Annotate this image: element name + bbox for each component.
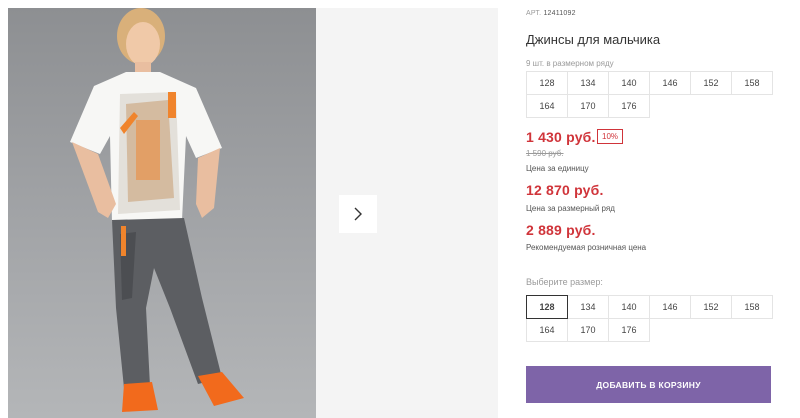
old-price: 1 590 руб.: [526, 149, 564, 158]
size-row-item: 128: [526, 71, 568, 95]
unit-price-label: Цена за единицу: [526, 164, 589, 173]
chevron-right-icon: [354, 207, 362, 221]
product-photo: [8, 8, 316, 418]
article-value: 12411092: [543, 10, 576, 17]
retail-price-label: Рекомендуемая розничная цена: [526, 243, 647, 252]
article-number: АРТ. 12411092: [526, 10, 576, 17]
size-option-selected[interactable]: 128: [526, 295, 568, 319]
retail-price: 2 889 руб.: [526, 222, 596, 238]
size-row-item: 176: [608, 94, 650, 118]
add-to-cart-button[interactable]: ДОБАВИТЬ В КОРЗИНУ: [526, 366, 771, 403]
row-price-label: Цена за размерный ряд: [526, 204, 615, 213]
size-row-item: 152: [690, 71, 732, 95]
product-gallery: [8, 8, 498, 418]
size-option[interactable]: 170: [567, 318, 609, 342]
size-option[interactable]: 146: [649, 295, 691, 319]
article-label: АРТ.: [526, 10, 542, 17]
size-option[interactable]: 140: [608, 295, 650, 319]
pack-label: 9 шт. в размерном ряду: [526, 59, 614, 68]
gallery-next-button[interactable]: [339, 195, 377, 233]
size-option[interactable]: 164: [526, 318, 568, 342]
size-picker-grid: 128 134 140 146 152 158 164 170 176: [526, 295, 773, 342]
discount-badge: 10%: [597, 129, 624, 144]
size-row-item: 164: [526, 94, 568, 118]
product-title: Джинсы для мальчика: [526, 32, 661, 47]
size-row-item: 134: [567, 71, 609, 95]
size-option[interactable]: 158: [731, 295, 773, 319]
size-row-item: 146: [649, 71, 691, 95]
size-row-item: 140: [608, 71, 650, 95]
row-price: 12 870 руб.: [526, 182, 604, 198]
size-option[interactable]: 134: [567, 295, 609, 319]
size-row-item: 170: [567, 94, 609, 118]
product-info: АРТ. 12411092 Джинсы для мальчика 9 шт. …: [526, 0, 792, 418]
size-row-grid: 128 134 140 146 152 158 164 170 176: [526, 71, 773, 118]
size-picker-label: Выберите размер:: [526, 277, 603, 287]
size-row-item: 158: [731, 71, 773, 95]
unit-price: 1 430 руб.: [526, 129, 596, 145]
size-option[interactable]: 176: [608, 318, 650, 342]
size-option[interactable]: 152: [690, 295, 732, 319]
